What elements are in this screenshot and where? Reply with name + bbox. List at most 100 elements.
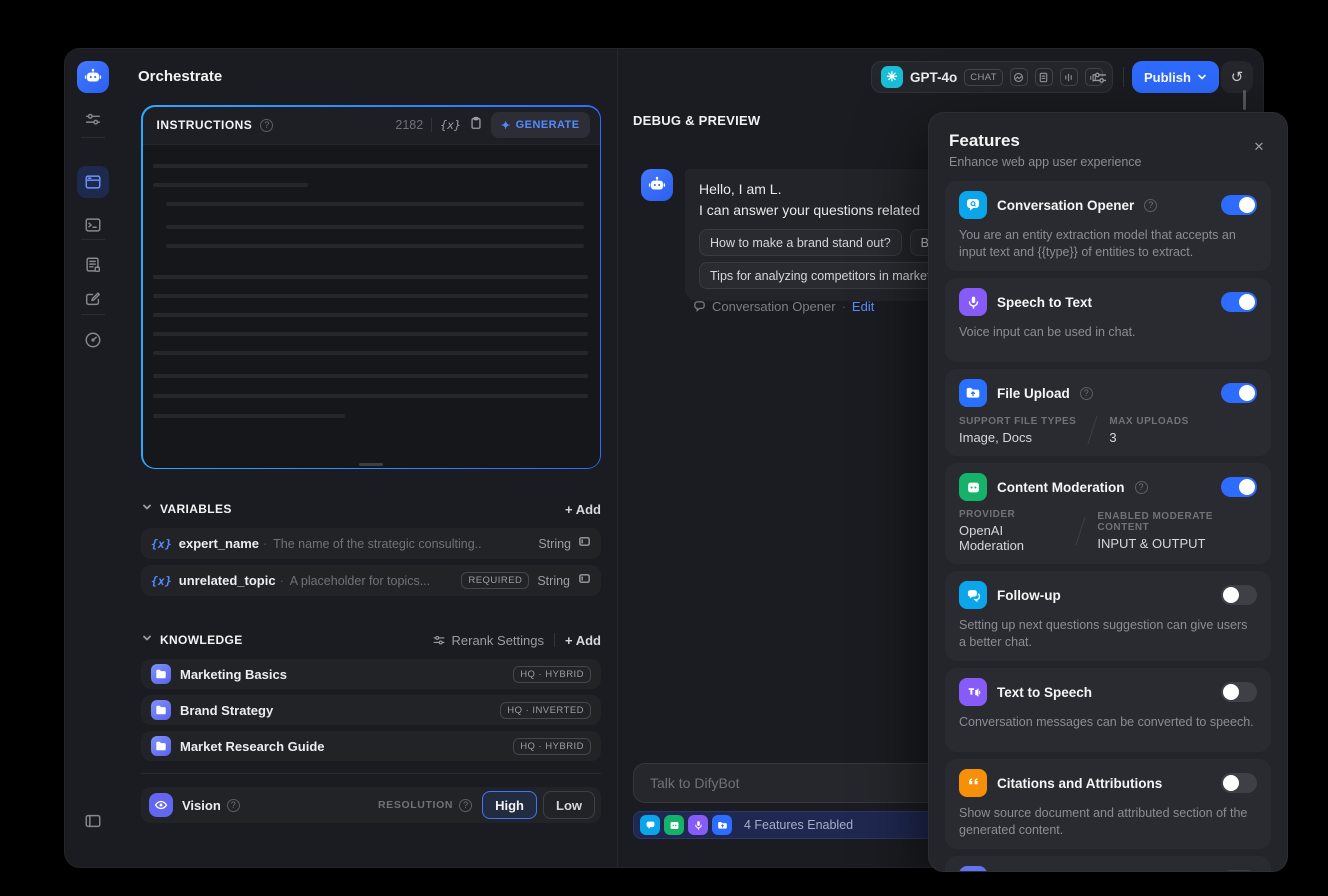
meta-label: ENABLED MODERATE CONTENT bbox=[1097, 511, 1213, 533]
feature-toggle[interactable] bbox=[1221, 477, 1257, 497]
help-icon[interactable] bbox=[1134, 480, 1148, 494]
edit-opener-link[interactable]: Edit bbox=[852, 299, 874, 314]
params-sliders-icon bbox=[1092, 72, 1106, 83]
feature-title: Follow-up bbox=[997, 587, 1061, 603]
model-name: GPT-4o bbox=[910, 69, 958, 85]
feature-title: File Upload bbox=[997, 385, 1070, 401]
feature-toggle[interactable] bbox=[1221, 682, 1257, 702]
feature-title: Text to Speech bbox=[997, 684, 1093, 700]
insert-variable-button[interactable]: {x} bbox=[440, 118, 461, 132]
help-icon[interactable] bbox=[260, 118, 274, 132]
help-icon[interactable] bbox=[1079, 386, 1093, 400]
feature-card-speech-to-text: Speech to Text Voice input can be used i… bbox=[945, 278, 1271, 362]
suggested-question-chip[interactable]: How to make a brand stand out? bbox=[699, 229, 902, 256]
chat-mode-badge: CHAT bbox=[964, 68, 1003, 86]
knowledge-row[interactable]: Marketing Basics HQ · HYBRID bbox=[141, 659, 601, 689]
meta-value: 3 bbox=[1109, 429, 1117, 445]
vision-capability-icon bbox=[1009, 68, 1028, 86]
features-enabled-label: 4 Features Enabled bbox=[744, 818, 854, 832]
knowledge-title: KNOWLEDGE bbox=[160, 633, 243, 647]
version-history-button[interactable]: ↺ bbox=[1221, 61, 1253, 93]
collapse-panel-icon bbox=[85, 814, 101, 828]
close-button[interactable]: ✕ bbox=[1247, 135, 1271, 159]
add-variable-button[interactable]: + Add bbox=[565, 502, 601, 517]
conversation-opener-icon bbox=[959, 191, 987, 219]
variable-row[interactable]: {x} unrelated_topic A placeholder for to… bbox=[141, 565, 601, 596]
sidebar-item-orchestrate[interactable] bbox=[77, 166, 109, 198]
edit-note-icon bbox=[85, 292, 101, 306]
clipboard-icon bbox=[471, 116, 481, 129]
vision-row: Vision RESOLUTION High Low bbox=[141, 787, 601, 823]
redacted-text-line bbox=[152, 274, 588, 279]
knowledge-row[interactable]: Market Research Guide HQ · HYBRID bbox=[141, 731, 601, 761]
scrollbar-thumb[interactable] bbox=[1243, 90, 1246, 110]
collapse-sidebar-button[interactable] bbox=[77, 805, 109, 837]
chevron-down-icon[interactable] bbox=[141, 500, 153, 518]
chevron-down-icon[interactable] bbox=[141, 631, 153, 649]
knowledge-header: KNOWLEDGE Rerank Settings + Add bbox=[141, 628, 601, 652]
knowledge-name: Market Research Guide bbox=[180, 738, 325, 754]
feature-card-conversation-opener: Conversation Opener You are an entity ex… bbox=[945, 181, 1271, 271]
meta-value: INPUT & OUTPUT bbox=[1097, 536, 1206, 551]
sidebar-item-settings[interactable] bbox=[77, 103, 109, 135]
feature-description: Voice input can be used in chat. bbox=[959, 325, 1136, 339]
knowledge-row[interactable]: Brand Strategy HQ · INVERTED bbox=[141, 695, 601, 725]
help-icon[interactable] bbox=[1144, 198, 1158, 212]
resolution-low-button[interactable]: Low bbox=[543, 791, 595, 819]
required-badge: REQUIRED bbox=[461, 572, 530, 589]
redacted-text-line bbox=[152, 331, 588, 336]
variable-type: String bbox=[538, 536, 571, 551]
instructions-title: INSTRUCTIONS bbox=[156, 118, 253, 132]
feature-toggle[interactable] bbox=[1221, 383, 1257, 403]
help-icon[interactable] bbox=[226, 798, 240, 812]
document-capability-icon bbox=[1034, 68, 1053, 86]
feature-card-annotation-reply: Annotation Reply bbox=[945, 856, 1271, 871]
feature-title: Content Moderation bbox=[997, 479, 1125, 495]
feature-toggle[interactable] bbox=[1221, 195, 1257, 215]
redacted-text-line bbox=[165, 224, 584, 229]
sidebar-item-terminal[interactable] bbox=[77, 209, 109, 241]
generate-label: GENERATE bbox=[515, 119, 580, 131]
left-icon-bar bbox=[65, 49, 121, 867]
redacted-text-line bbox=[152, 373, 588, 378]
content-moderation-mini-icon bbox=[664, 815, 684, 835]
help-icon[interactable] bbox=[459, 798, 473, 812]
copy-button[interactable] bbox=[469, 116, 483, 135]
publish-button[interactable]: Publish bbox=[1132, 61, 1219, 93]
add-knowledge-button[interactable]: + Add bbox=[565, 633, 601, 648]
generate-button[interactable]: ✦ GENERATE bbox=[491, 112, 590, 138]
rerank-settings-button[interactable]: Rerank Settings bbox=[432, 633, 544, 648]
divider bbox=[81, 137, 105, 138]
chevron-down-icon bbox=[1198, 74, 1206, 80]
resize-handle[interactable] bbox=[359, 462, 383, 466]
features-panel: Features Enhance web app user experience… bbox=[928, 112, 1288, 872]
variable-row[interactable]: {x} expert_name The name of the strategi… bbox=[141, 528, 601, 559]
sidebar-item-monitoring[interactable] bbox=[77, 324, 109, 356]
variable-description: A placeholder for topics... bbox=[280, 574, 430, 588]
sliders-icon bbox=[85, 113, 101, 125]
instructions-editor[interactable] bbox=[143, 145, 600, 468]
feature-toggle[interactable] bbox=[1221, 292, 1257, 312]
feature-toggle[interactable] bbox=[1221, 585, 1257, 605]
annotation-reply-icon bbox=[959, 866, 987, 871]
sidebar-item-annotations[interactable] bbox=[77, 283, 109, 315]
app-avatar[interactable] bbox=[77, 61, 109, 93]
variable-icon: {x} bbox=[151, 573, 172, 588]
suggested-question-chip[interactable]: Tips for analyzing competitors in market bbox=[699, 262, 942, 289]
knowledge-badge: HQ · INVERTED bbox=[500, 701, 591, 719]
sidebar-item-logs[interactable] bbox=[77, 249, 109, 281]
citations-icon bbox=[959, 769, 987, 797]
robot-icon bbox=[648, 176, 666, 190]
vision-label: Vision bbox=[182, 797, 221, 813]
model-parameters-button[interactable] bbox=[1085, 63, 1113, 91]
file-upload-icon bbox=[959, 379, 987, 407]
redacted-text-line bbox=[152, 182, 308, 187]
meta-label: MAX UPLOADS bbox=[1109, 415, 1189, 427]
feature-toggle[interactable] bbox=[1221, 773, 1257, 793]
model-selector[interactable]: ✳ GPT-4o CHAT bbox=[871, 61, 1113, 93]
opener-note-label: Conversation Opener bbox=[712, 299, 846, 314]
audio-capability-icon bbox=[1059, 68, 1078, 86]
features-subtitle: Enhance web app user experience bbox=[949, 155, 1142, 169]
resolution-high-button[interactable]: High bbox=[482, 791, 537, 819]
feature-toggle[interactable] bbox=[1221, 870, 1257, 871]
